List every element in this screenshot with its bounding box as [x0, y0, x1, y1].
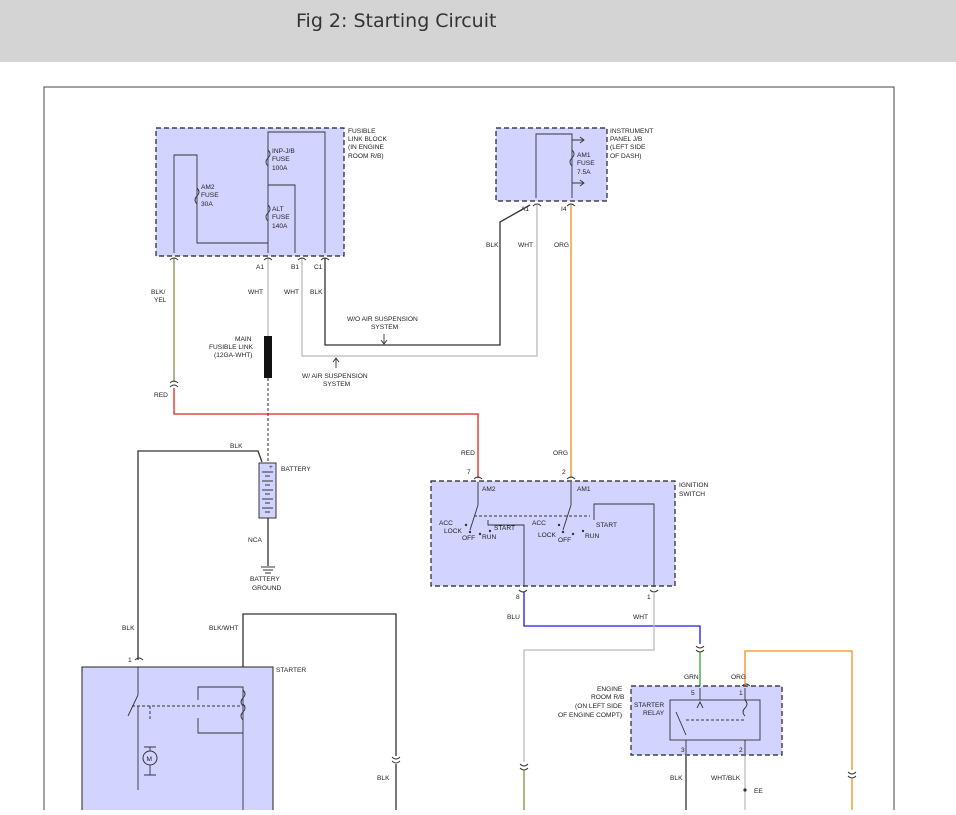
- label-org-relay: ORG: [731, 674, 746, 681]
- label-red-left: RED: [154, 392, 168, 399]
- label-start-1: START: [494, 525, 515, 532]
- label-start-2: START: [596, 522, 617, 529]
- pin-b1: B1: [291, 264, 299, 271]
- label-grn: GRN: [684, 674, 699, 681]
- label-org-ign: ORG: [553, 450, 568, 457]
- label-blu: BLU: [507, 614, 520, 621]
- starter: M: [81, 666, 274, 815]
- pin-relay-5: 5: [691, 690, 695, 697]
- svg-text:+: +: [269, 464, 273, 471]
- pin-relay-1: 1: [739, 690, 743, 697]
- label-org-top: ORG: [554, 242, 569, 249]
- starter-label: STARTER: [276, 667, 306, 674]
- pin-ign-7: 7: [467, 469, 471, 476]
- pin-relay-2: 2: [739, 747, 743, 754]
- label-acc-1: ACC: [439, 520, 453, 527]
- label-blk-bottom-left: BLK: [377, 775, 390, 782]
- label-ee: EE: [754, 788, 763, 795]
- label-wht-b: WHT: [284, 289, 299, 296]
- label-blk-battery: BLK: [230, 443, 243, 450]
- label-battery: BATTERY: [281, 466, 311, 473]
- label-lock-1: LOCK: [444, 528, 463, 535]
- splice-dot: [743, 788, 747, 792]
- label-wht-blk: WHT/BLK: [711, 775, 741, 782]
- pin-a1-left: A1: [256, 264, 264, 271]
- pin-c1: C1: [314, 264, 323, 271]
- label-lock-2: LOCK: [538, 532, 557, 539]
- label-wht-a: WHT: [248, 289, 263, 296]
- label-blk-c1: BLK: [310, 289, 323, 296]
- label-red-ign: RED: [461, 450, 475, 457]
- pin-ign-8: 8: [516, 594, 520, 601]
- pin-ign-1: 1: [647, 594, 651, 601]
- pin-ign-2: 2: [562, 469, 566, 476]
- motor-label: M: [147, 756, 153, 763]
- label-blk-wht: BLK/WHT: [209, 625, 238, 632]
- pin-starter-1: 1: [128, 657, 132, 664]
- battery-symbol: +: [258, 462, 277, 519]
- label-run-2: RUN: [585, 533, 600, 540]
- label-off-1: OFF: [462, 535, 475, 542]
- engine-room-rb: [630, 685, 783, 756]
- label-blk-relay: BLK: [670, 775, 683, 782]
- label-wht-ign: WHT: [633, 614, 648, 621]
- label-run-1: RUN: [482, 534, 497, 541]
- label-am2: AM2: [482, 486, 496, 493]
- label-acc-2: ACC: [532, 520, 546, 527]
- label-blk-yel: BLK/ YEL: [151, 289, 167, 304]
- fusible-link-block: [155, 127, 345, 257]
- pin-relay-3: 3: [681, 747, 685, 754]
- label-off-2: OFF: [558, 537, 571, 544]
- label-blk-starter: BLK: [122, 625, 135, 632]
- label-wht-top: WHT: [518, 242, 533, 249]
- label-blk-top: BLK: [486, 242, 499, 249]
- starting-circuit-diagram: FUSIBLE LINK BLOCK (IN ENGINE ROOM R/B) …: [0, 0, 956, 815]
- main-fusible-link: [264, 336, 272, 378]
- label-am1: AM1: [577, 486, 591, 493]
- label-nca: NCA: [248, 537, 263, 544]
- pin-i4: I4: [561, 206, 567, 213]
